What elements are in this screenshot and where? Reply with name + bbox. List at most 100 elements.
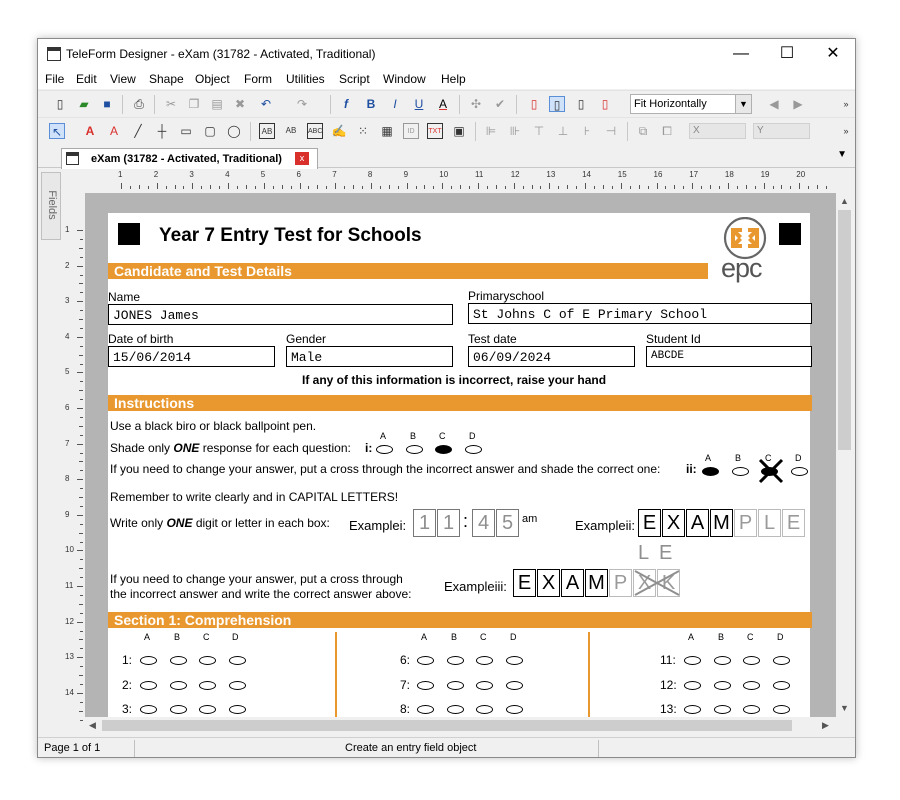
font-icon[interactable]: f [338,96,354,112]
menu-form[interactable]: Form [244,72,272,86]
answer-bubble[interactable] [772,656,790,665]
redo-icon[interactable]: ↷ [294,96,310,112]
answer-bubble[interactable] [417,681,434,690]
align-right-icon[interactable]: ⊣ [603,123,619,139]
text-block-icon[interactable]: TXT [427,123,443,139]
answer-bubble[interactable] [713,656,731,665]
text-tool-icon[interactable]: A [82,123,98,139]
answer-bubble[interactable] [713,681,731,690]
check-icon[interactable]: ✔ [492,96,508,112]
page-layout-icon[interactable]: ▯ [549,96,565,112]
maximize-button[interactable]: ☐ [764,39,810,69]
vertical-scroll-thumb[interactable] [838,210,851,450]
answer-bubble[interactable] [417,656,434,665]
bold-icon[interactable]: B [363,96,379,112]
menu-shape[interactable]: Shape [149,72,184,86]
align-top-icon[interactable]: ⊤ [531,123,547,139]
form-page[interactable]: Year 7 Entry Test for Schools epc Candid… [108,213,812,717]
char-box[interactable]: M [585,569,608,597]
align-middle-icon[interactable]: ⊥ [555,123,571,139]
gender-field[interactable]: Male [286,346,453,367]
constrained-field-icon[interactable]: AB [283,123,299,139]
char-box[interactable]: A [561,569,584,597]
paste-icon[interactable]: ▤ [209,96,225,112]
text-color-icon[interactable]: A [435,96,451,112]
scroll-down-icon[interactable]: ▼ [840,703,849,713]
rectangle-tool-icon[interactable]: ▭ [178,123,194,139]
char-box[interactable]: E [638,509,661,537]
answer-bubble[interactable] [228,656,246,665]
answer-bubble[interactable] [169,656,187,665]
tab-exam[interactable]: eXam (31782 - Activated, Traditional) x [61,148,318,169]
abc-field-icon[interactable]: ABC [307,123,323,139]
answer-bubble[interactable] [743,681,760,690]
spellcheck-icon[interactable]: ✣ [468,96,484,112]
close-button[interactable]: ✕ [810,39,855,69]
delete-icon[interactable]: ✖ [232,96,248,112]
char-box[interactable]: X [662,509,685,537]
image-zone-icon[interactable]: ▣ [451,123,467,139]
entry-field-icon[interactable]: AB [259,123,275,139]
answer-bubble[interactable] [199,656,216,665]
page-icon[interactable]: ▯ [573,96,589,112]
answer-bubble[interactable] [476,681,493,690]
x-coordinate-field[interactable]: X [689,123,746,139]
chevron-down-icon[interactable]: ▼ [735,95,751,113]
page-view-icon[interactable]: ▯ [526,96,542,112]
char-box[interactable]: 5 [496,509,519,537]
menu-utilities[interactable]: Utilities [286,72,325,86]
y-coordinate-field[interactable]: Y [753,123,810,139]
answer-bubble[interactable] [476,656,493,665]
answer-bubble[interactable] [199,705,216,714]
menu-view[interactable]: View [110,72,136,86]
grid-field-icon[interactable]: ▦ [379,123,395,139]
menu-window[interactable]: Window [383,72,426,86]
answer-bubble[interactable] [505,656,523,665]
answer-bubble[interactable] [140,681,157,690]
answer-bubble[interactable] [376,445,393,454]
horizontal-scroll-thumb[interactable] [102,720,792,731]
answer-bubble[interactable] [713,705,731,714]
cross-line-icon[interactable]: ┼ [154,123,170,139]
char-box[interactable]: 1 [437,509,460,537]
scroll-right-icon[interactable]: ▶ [822,720,829,731]
choice-field-icon[interactable]: ⁙ [355,123,371,139]
prev-page-icon[interactable]: ◀ [766,96,782,112]
answer-bubble[interactable] [743,705,760,714]
save-icon[interactable]: ■ [99,96,115,112]
id-field-icon[interactable]: ID [403,123,419,139]
menu-help[interactable]: Help [441,72,466,86]
line-tool-icon[interactable]: ╱ [130,123,146,139]
italic-icon[interactable]: I [387,96,403,112]
char-box[interactable]: P [609,569,632,597]
vertical-scrollbar[interactable]: ▲ ▼ [836,193,853,717]
char-box[interactable]: X [537,569,560,597]
answer-bubble[interactable] [684,656,701,665]
answer-bubble[interactable] [169,681,187,690]
char-box[interactable]: 4 [472,509,495,537]
pointer-icon[interactable]: ↖ [49,123,65,139]
tab-close-button[interactable]: x [295,152,309,165]
scroll-left-icon[interactable]: ◀ [89,720,96,731]
tab-list-chevron-icon[interactable]: ▼ [837,149,847,160]
char-box[interactable]: E [513,569,536,597]
ungroup-icon[interactable]: ⧠ [659,123,675,139]
answer-bubble-filled[interactable] [702,467,719,476]
answer-bubble[interactable] [169,705,187,714]
group-icon[interactable]: ⧉ [635,123,651,139]
answer-bubble[interactable] [743,656,760,665]
next-page-icon[interactable]: ▶ [790,96,806,112]
char-box[interactable]: 1 [413,509,436,537]
answer-bubble[interactable] [446,705,464,714]
toolbar-overflow-icon[interactable]: » [838,96,854,112]
answer-bubble[interactable] [791,467,808,476]
answer-bubble[interactable] [732,467,749,476]
answer-bubble[interactable] [140,705,157,714]
menu-script[interactable]: Script [339,72,370,86]
answer-bubble[interactable] [684,705,701,714]
answer-bubble[interactable] [505,681,523,690]
menu-edit[interactable]: Edit [76,72,97,86]
char-box[interactable]: P [734,509,757,537]
answer-bubble[interactable] [140,656,157,665]
dob-field[interactable]: 15/06/2014 [108,346,275,367]
